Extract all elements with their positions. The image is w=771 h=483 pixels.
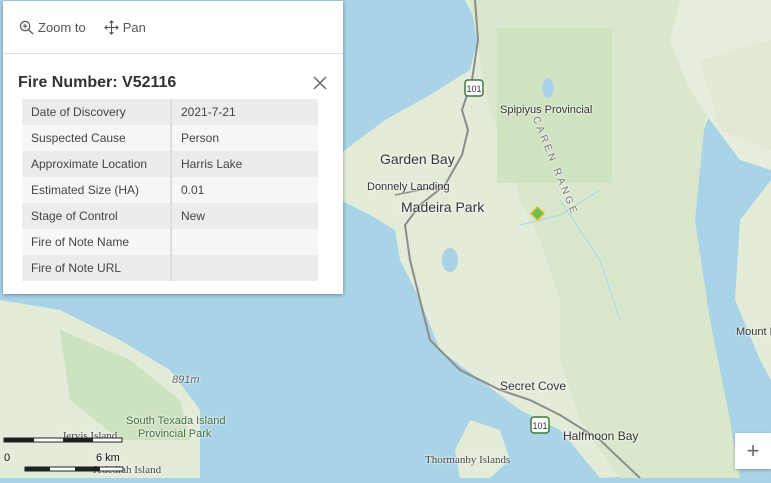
zoom-to-button[interactable]: Zoom to [19,20,86,35]
attribute-value [171,229,318,255]
table-row: Fire of Note URL [22,255,318,281]
attribute-value: Person [171,125,318,151]
map-label-donnely-landing: Donnely Landing [367,181,450,193]
highway-number: 101 [466,84,481,94]
map-label-elevation: 891m [172,374,200,386]
pan-button[interactable]: Pan [103,19,146,35]
plus-icon: + [746,438,760,463]
zoom-in-button[interactable]: + [735,433,771,469]
attribute-key: Stage of Control [22,203,172,229]
attribute-value: 2021-7-21 [171,99,318,125]
scale-zero-label: 0 [4,452,11,464]
map-label-south-texada: South Texada Island [126,415,226,427]
highway-shield-icon: 101 [530,416,550,434]
attribute-key: Date of Discovery [22,99,172,125]
attribute-key: Approximate Location [22,151,172,177]
table-row: Date of Discovery 2021-7-21 [22,99,318,125]
popup-title: Fire Number: V52116 [18,74,177,91]
table-row: Suspected Cause Person [22,125,318,151]
attribute-key: Fire of Note URL [22,255,172,281]
map-label-secret-cove: Secret Cove [500,379,567,393]
attribute-value: New [171,203,318,229]
table-row: Fire of Note Name [22,229,318,255]
scale-distance-label: 6 km [96,452,120,464]
map-label-spipiyus: Spipiyus Provincial [500,104,593,116]
highway-shield-icon: 101 [464,79,484,97]
scale-bar: 0 6 km [3,434,133,478]
map-label-thormanby: Thormanby Islands [425,454,511,466]
table-row: Approximate Location Harris Lake [22,151,318,177]
attribute-key: Estimated Size (HA) [22,177,172,203]
attribute-value: Harris Lake [171,151,318,177]
map-label-madeira-park: Madeira Park [401,199,485,215]
zoom-in-icon [19,20,34,35]
pan-icon [103,19,119,35]
table-row: Stage of Control New [22,203,318,229]
close-icon[interactable] [311,74,329,92]
popup-header: Fire Number: V52116 [3,54,343,96]
attribute-key: Fire of Note Name [22,229,172,255]
popup-actions: Zoom to Pan [3,1,343,54]
attribute-value: 0.01 [171,177,318,203]
zoom-to-label: Zoom to [38,19,86,35]
attribute-table: Date of Discovery 2021-7-21 Suspected Cau… [22,99,318,281]
map-label-provincial-park: Provincial Park [138,428,212,440]
map-label-halfmoon-bay: Halfmoon Bay [563,429,639,443]
map-label-mount-r: Mount R [736,326,771,338]
attribute-value [171,255,318,281]
map-label-garden-bay: Garden Bay [380,151,455,167]
table-row: Estimated Size (HA) 0.01 [22,177,318,203]
highway-number: 101 [532,421,547,431]
pan-label: Pan [122,19,146,35]
attribute-key: Suspected Cause [22,125,172,151]
